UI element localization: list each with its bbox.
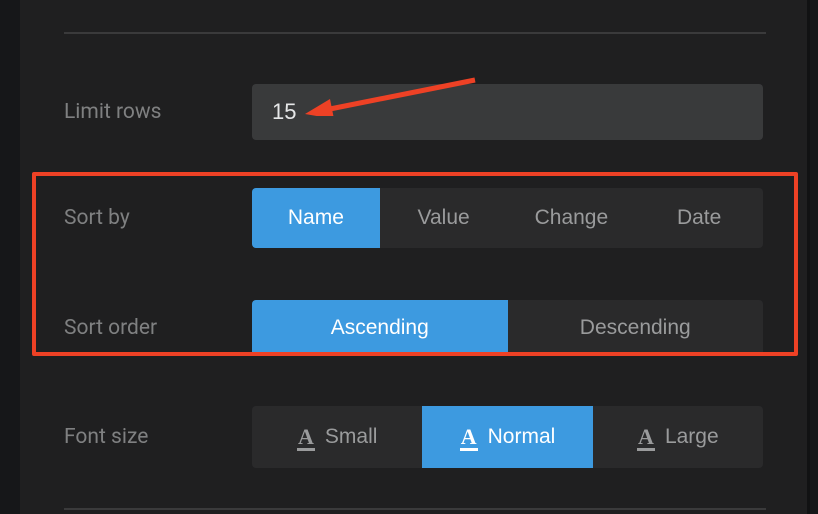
font-size-icon: A [297,424,315,451]
font-size-option-label: Large [665,425,719,449]
row-sort-by: Sort by Name Value Change Date [64,188,763,248]
sort-by-option-name[interactable]: Name [252,188,380,248]
font-size-option-large[interactable]: A Large [593,406,763,468]
font-size-option-normal[interactable]: A Normal [422,406,592,468]
sort-order-label: Sort order [64,316,252,340]
divider-bottom [64,508,766,510]
sort-by-toggle-group: Name Value Change Date [252,188,763,248]
font-size-option-label: Normal [488,425,556,449]
font-size-label: Font size [64,425,252,449]
settings-panel: Limit rows Sort by Name Value Change Dat… [20,0,810,514]
sort-by-option-value[interactable]: Value [380,188,508,248]
font-size-icon: A [460,424,478,451]
font-size-option-small[interactable]: A Small [252,406,422,468]
row-sort-order: Sort order Ascending Descending [64,300,763,356]
sort-order-option-descending[interactable]: Descending [508,300,764,356]
sort-by-option-date[interactable]: Date [635,188,763,248]
sort-order-toggle-group: Ascending Descending [252,300,763,356]
row-font-size: Font size A Small A Normal A Large [64,406,763,468]
sort-by-option-change[interactable]: Change [508,188,636,248]
limit-rows-label: Limit rows [64,100,252,124]
limit-rows-input[interactable] [252,84,763,140]
font-size-toggle-group: A Small A Normal A Large [252,406,763,468]
font-size-option-label: Small [325,425,378,449]
sort-by-label: Sort by [64,206,252,230]
row-limit-rows: Limit rows [64,84,763,140]
font-size-icon: A [637,424,655,451]
sort-order-option-ascending[interactable]: Ascending [252,300,508,356]
divider-top [64,32,766,34]
